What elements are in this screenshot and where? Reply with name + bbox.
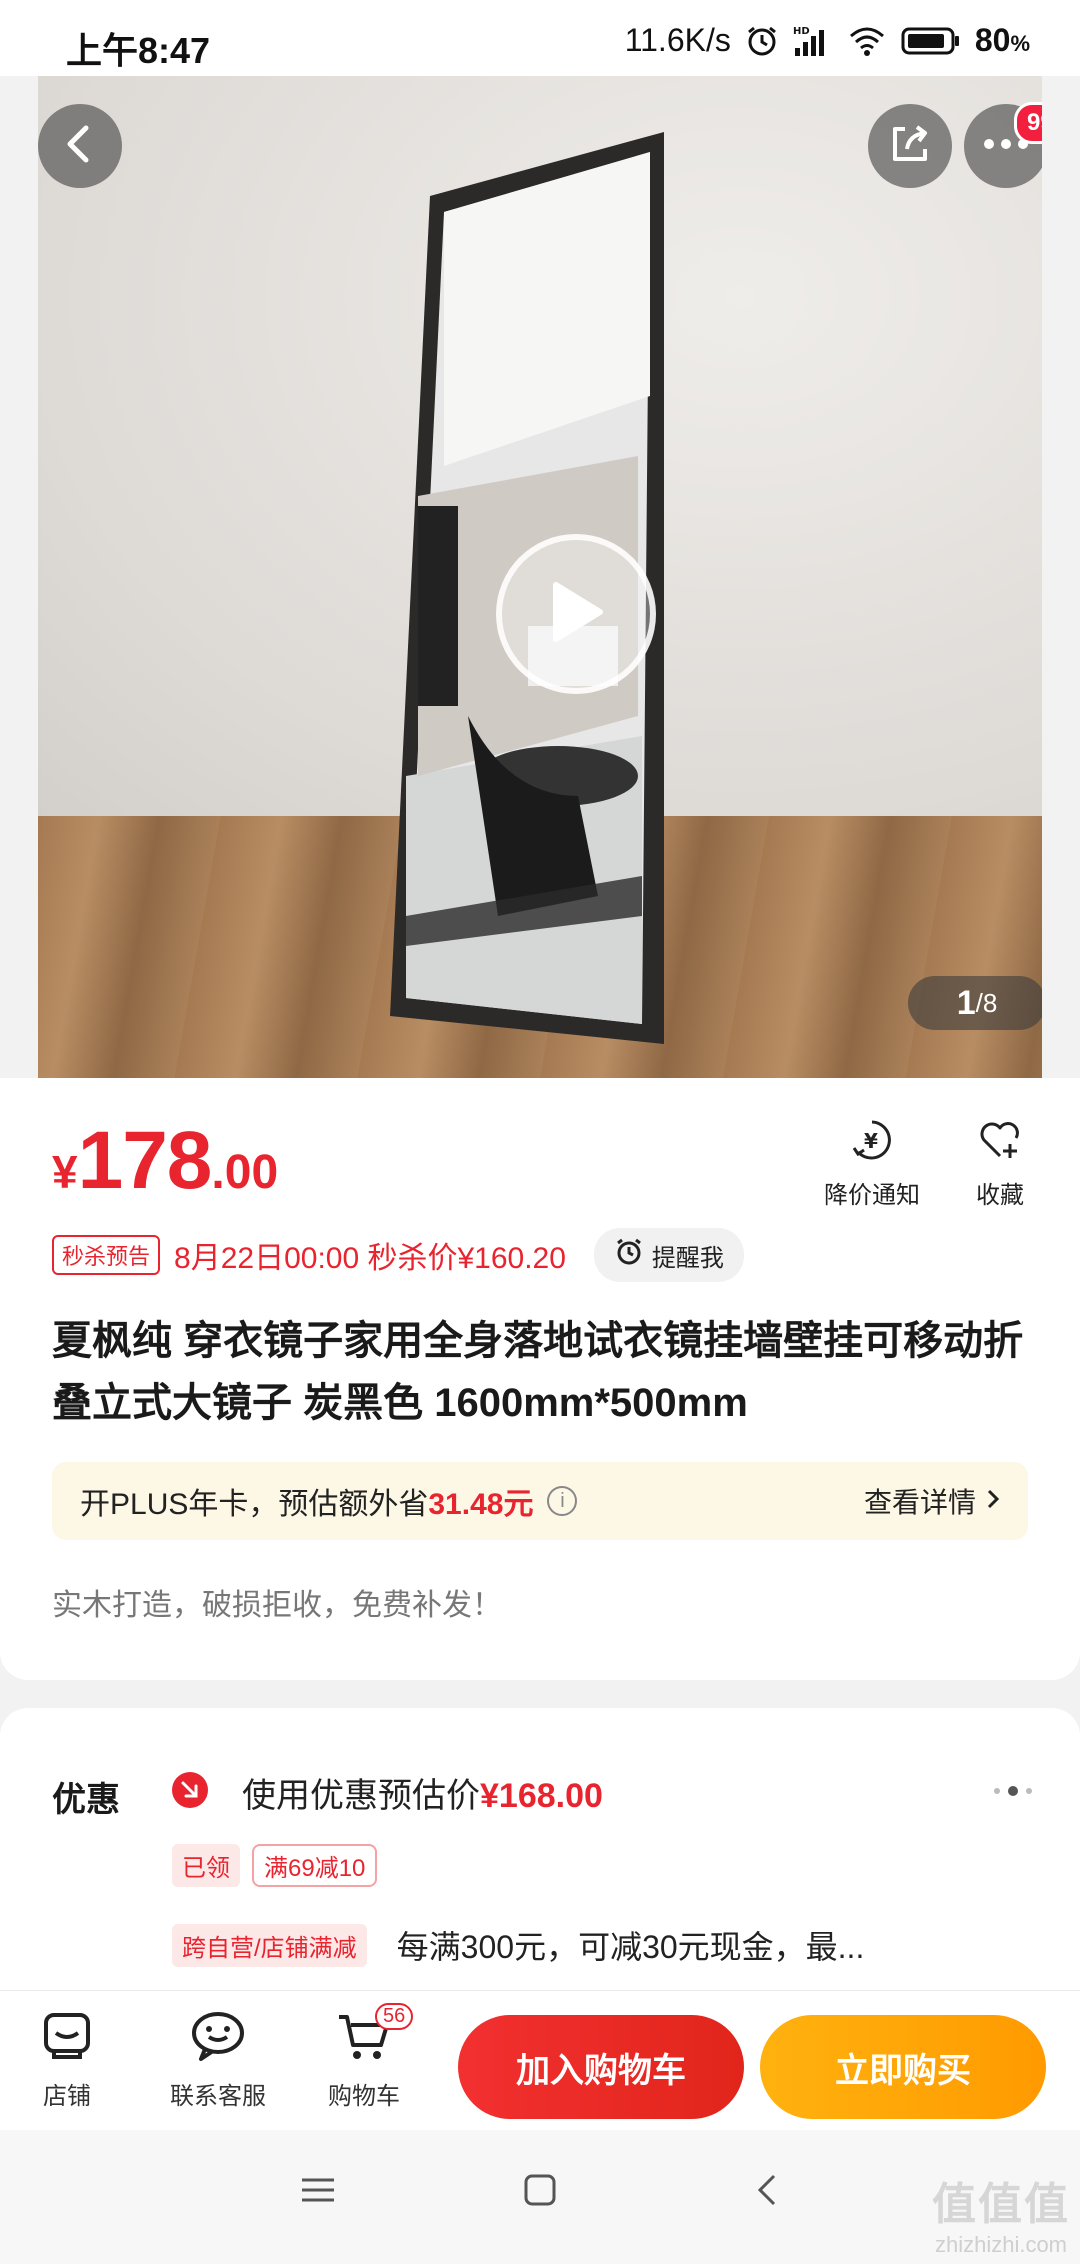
battery-icon (901, 26, 961, 56)
price-drop-icon: ¥ (850, 1118, 894, 1169)
promo-estimate: 使用优惠预估价¥168.00 (242, 1768, 603, 1817)
claimed-tag: 已领 (172, 1844, 240, 1887)
share-button[interactable] (868, 104, 952, 188)
heart-plus-icon (978, 1118, 1022, 1169)
price-actions: ¥ 降价通知 收藏 (824, 1118, 1024, 1210)
back-button[interactable] (38, 104, 122, 188)
battery-unit: % (1010, 31, 1030, 56)
info-icon[interactable]: i (547, 1486, 578, 1516)
flash-sale-tag: 秒杀预告 (52, 1235, 161, 1275)
store-button[interactable]: 店铺 (40, 2009, 94, 2111)
coupon-tag[interactable]: 满69减10 (252, 1844, 378, 1887)
price-integer: 178 (77, 1115, 213, 1206)
price-decimal: .00 (211, 1146, 279, 1199)
status-icons: 11.6K/s HD 80% (625, 22, 1030, 59)
cross-store-tag: 跨自营/店铺满减 (172, 1923, 367, 1967)
promo-label: 优惠 (52, 1781, 120, 1819)
alarm-clock-icon (614, 1237, 644, 1274)
coupon-tags: 已领 满69减10 (172, 1844, 378, 1887)
remind-me-button[interactable]: 提醒我 (593, 1228, 744, 1282)
favorite-button[interactable]: 收藏 (976, 1118, 1024, 1210)
alarm-icon (745, 24, 779, 58)
flash-sale-text: 8月22日00:00 秒杀价¥160.20 (174, 1242, 566, 1275)
wifi-icon (847, 24, 887, 58)
battery-level: 80 (974, 22, 1011, 58)
plus-amount: 31.48元 (428, 1488, 534, 1521)
promo-estimate-price: ¥168.00 (480, 1777, 603, 1815)
status-time: 上午8:47 (66, 30, 211, 71)
product-info-card: ¥178.00 ¥ 降价通知 收藏 秒杀预告 8月22日00:00 秒杀价¥16… (0, 1078, 1080, 1680)
remind-me-label: 提醒我 (651, 1244, 724, 1272)
net-speed: 11.6K/s (624, 22, 731, 58)
notification-badge: 99+ (1014, 102, 1042, 144)
store-label: 店铺 (43, 2083, 91, 2110)
chevron-left-icon (60, 124, 100, 169)
add-to-cart-button[interactable]: 加入购物车 (458, 2015, 744, 2119)
cart-icon: 56 (335, 2003, 414, 2070)
plus-detail-label: 查看详情 (863, 1487, 976, 1518)
play-icon (546, 579, 606, 650)
cross-store-promo: 跨自营/店铺满减 每满300元，可减30元现金，最... (172, 1922, 864, 1968)
plus-savings: 开PLUS年卡，预估额外省 31.48元 i (80, 1479, 578, 1523)
product-slogan: 实木打造，破损拒收，免费补发！ (52, 1589, 502, 1622)
svg-text:¥: ¥ (864, 1129, 878, 1153)
gallery-page-indicator: 1 /8 (908, 976, 1042, 1030)
store-icon (40, 2009, 94, 2070)
price: ¥178.00 (52, 1114, 278, 1208)
back-arrow-icon (748, 2174, 788, 2214)
price-symbol: ¥ (52, 1146, 78, 1198)
promotions-card[interactable]: 优惠 使用优惠预估价¥168.00 已领 满69减10 跨自营/店铺满减 每满3… (0, 1708, 1080, 2008)
plus-prefix: 开PLUS年卡，预估额外省 (80, 1488, 429, 1521)
bottom-action-bar: 店铺 联系客服 56 购物车 加入购物车 立即购买 (0, 1990, 1080, 2130)
home-nav-button[interactable] (520, 2170, 560, 2215)
cart-count-badge: 56 (375, 2003, 414, 2030)
home-square-icon (520, 2174, 560, 2214)
cart-button[interactable]: 56 购物车 (328, 2003, 414, 2111)
promo-estimate-prefix: 使用优惠预估价 (242, 1777, 480, 1815)
watermark: 值值值 zhizhizhi.com (932, 2168, 1070, 2258)
discount-arrow-icon (172, 1772, 208, 1808)
price-alert-button[interactable]: ¥ 降价通知 (824, 1118, 920, 1210)
product-gallery[interactable]: 99+ 1 /8 (38, 76, 1042, 1078)
flash-sale-row: 秒杀预告 8月22日00:00 秒杀价¥160.20 提醒我 (52, 1228, 744, 1282)
buy-now-button[interactable]: 立即购买 (760, 2015, 1046, 2119)
product-title: 夏枫纯 穿衣镜子家用全身落地试衣镜挂墙壁挂可移动折叠立式大镜子 炭黑色 1600… (52, 1319, 1024, 1425)
menu-nav-button[interactable] (298, 2170, 338, 2215)
price-alert-label: 降价通知 (824, 1182, 920, 1209)
chat-smile-icon (189, 2009, 247, 2070)
svg-text:HD: HD (793, 26, 810, 37)
chevron-right-icon (986, 1485, 1000, 1517)
watermark-logo: 值值值 (932, 2180, 1070, 2229)
customer-service-button[interactable]: 联系客服 (170, 2009, 266, 2111)
share-icon (887, 121, 933, 172)
cross-store-desc: 每满300元，可减30元现金，最... (396, 1929, 865, 1965)
watermark-url: zhizhizhi.com (934, 2232, 1068, 2257)
system-navigation-bar: 值值值 zhizhizhi.com (0, 2130, 1080, 2264)
customer-service-label: 联系客服 (170, 2083, 266, 2110)
favorite-label: 收藏 (976, 1182, 1024, 1209)
back-nav-button[interactable] (748, 2170, 788, 2215)
page-total: /8 (975, 987, 998, 1018)
status-bar: 上午8:47 11.6K/s HD 80% (0, 0, 1080, 76)
plus-membership-bar[interactable]: 开PLUS年卡，预估额外省 31.48元 i 查看详情 (52, 1462, 1028, 1540)
signal-icon: HD (793, 24, 833, 58)
menu-icon (298, 2178, 338, 2214)
page-current: 1 (956, 983, 976, 1022)
cart-label: 购物车 (328, 2083, 400, 2110)
plus-detail-link[interactable]: 查看详情 (864, 1481, 1000, 1521)
more-options-icon[interactable] (994, 1786, 1032, 1796)
video-play-button[interactable] (496, 534, 656, 694)
